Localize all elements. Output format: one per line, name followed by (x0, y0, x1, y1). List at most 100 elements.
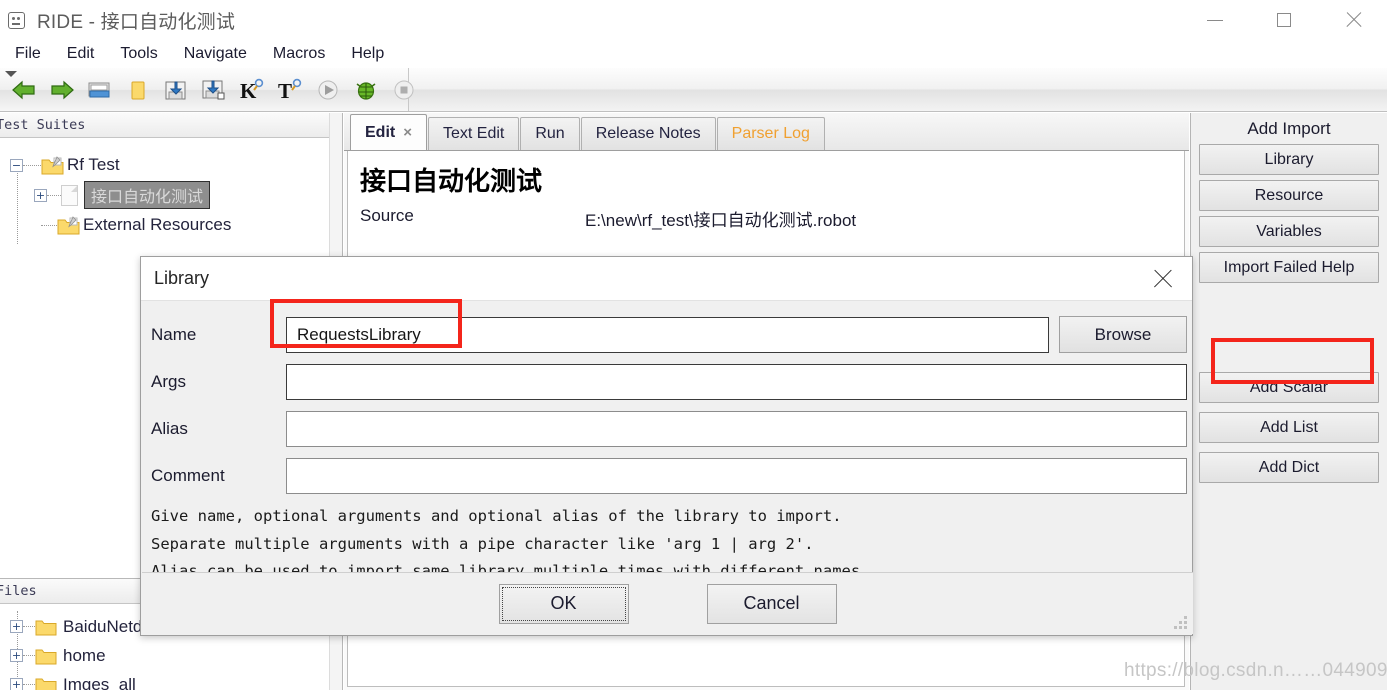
maximize-button[interactable] (1249, 0, 1318, 40)
dialog-alias-label: Alias (151, 418, 188, 438)
minimize-icon (1206, 19, 1223, 21)
library-alias-input[interactable] (286, 410, 1187, 447)
tree-dotline (47, 194, 61, 196)
dialog-name-label: Name (151, 324, 197, 344)
files-item-label: home (63, 645, 106, 665)
open-folder-icon[interactable] (86, 76, 114, 104)
folder-icon (35, 676, 57, 690)
add-list-button[interactable]: Add List (1199, 412, 1379, 443)
cancel-button[interactable]: Cancel (706, 583, 837, 624)
tree-dotline (23, 164, 41, 166)
svg-text:T: T (278, 79, 292, 103)
add-import-title: Add Import (1247, 119, 1331, 138)
menu-file[interactable]: File (2, 43, 54, 65)
files-header-label: Files (0, 583, 37, 599)
dialog-field-comment-row: Comment (141, 452, 1192, 499)
file-icon (61, 184, 78, 206)
tab-run[interactable]: Run (520, 117, 580, 150)
tree-toggle-collapse[interactable]: − (10, 158, 23, 172)
save-all-icon[interactable] (200, 76, 228, 104)
run-icon[interactable] (314, 76, 342, 104)
tree-item-label: External Resources (83, 215, 232, 234)
maximize-icon (1276, 13, 1291, 27)
dialog-titlebar: Library (141, 257, 1192, 301)
tab-release-notes[interactable]: Release Notes (580, 117, 716, 150)
menu-edit[interactable]: Edit (54, 43, 108, 65)
suite-folder-icon (41, 156, 64, 175)
dialog-field-alias-row: Alias (141, 405, 1192, 452)
folder-icon (35, 647, 57, 665)
dialog-comment-label: Comment (151, 465, 225, 485)
dialog-close-icon[interactable] (1152, 268, 1174, 290)
tab-edit[interactable]: Edit × (350, 114, 427, 150)
source-label: Source (360, 206, 414, 225)
resources-folder-icon (57, 216, 80, 235)
library-comment-input[interactable] (286, 457, 1187, 494)
tree-item-interface-test[interactable]: + 接口自动化测试 (0, 180, 342, 210)
toolbar: K T (0, 68, 1387, 112)
dialog-body: Name RequestsLibrary Browse Args Alias C… (141, 301, 1192, 582)
source-row: Source E:\new\rf_test\接口自动化测试.robot (348, 198, 1184, 231)
add-scalar-button[interactable]: Add Scalar (1199, 372, 1379, 403)
files-item-home[interactable]: + home (0, 641, 342, 670)
menubar: File Edit Tools Navigate Macros Help (0, 40, 1387, 68)
files-toggle-expand[interactable]: + (10, 620, 23, 633)
files-item-imges-all[interactable]: + Imges_all (0, 670, 342, 690)
browse-button[interactable]: Browse (1059, 316, 1187, 353)
menu-macros[interactable]: Macros (260, 43, 338, 65)
menu-help[interactable]: Help (338, 43, 397, 65)
tab-label: Parser Log (731, 125, 810, 142)
forward-arrow-icon[interactable] (48, 76, 76, 104)
tree-item-external-resources[interactable]: External Resources (0, 210, 342, 240)
suite-title: 接口自动化测试 (360, 167, 543, 197)
tab-label: Run (535, 125, 565, 142)
library-name-input[interactable]: RequestsLibrary (286, 316, 1049, 353)
test-suites-header-label: Test Suites (0, 117, 86, 133)
library-args-input[interactable] (286, 363, 1187, 400)
library-import-dialog: Library Name RequestsLibrary Browse Args… (140, 256, 1193, 636)
close-icon (1345, 12, 1361, 28)
minimize-button[interactable] (1180, 0, 1249, 40)
menu-navigate[interactable]: Navigate (171, 43, 260, 65)
test-suites-header: Test Suites (0, 113, 342, 138)
stop-icon[interactable] (390, 76, 418, 104)
tab-text-edit[interactable]: Text Edit (427, 117, 520, 150)
add-dict-button[interactable]: Add Dict (1199, 452, 1379, 483)
files-item-label: Imges_all (63, 674, 136, 690)
dialog-args-label: Args (151, 371, 186, 391)
robot-face-icon (8, 11, 25, 29)
close-button[interactable] (1318, 0, 1387, 40)
files-toggle-expand[interactable]: + (10, 678, 23, 690)
search-tests-icon[interactable]: T (276, 76, 304, 104)
dialog-resize-grip[interactable] (1174, 616, 1188, 630)
tab-label: Release Notes (595, 125, 701, 142)
svg-text:K: K (240, 79, 257, 103)
tree-item-rf-test[interactable]: − Rf Test (0, 150, 342, 180)
back-arrow-icon[interactable] (10, 76, 38, 104)
tree-toggle-expand[interactable]: + (34, 188, 47, 202)
tree-item-label: Rf Test (67, 155, 120, 174)
dialog-footer: OK Cancel (142, 572, 1193, 634)
window-controls (1180, 0, 1387, 40)
dialog-help-line-2: Separate multiple arguments with a pipe … (151, 534, 814, 553)
ok-button[interactable]: OK (498, 583, 629, 624)
add-import-variables-button[interactable]: Variables (1199, 216, 1379, 247)
files-toggle-expand[interactable]: + (10, 649, 23, 662)
save-icon[interactable] (162, 76, 190, 104)
tab-close-icon[interactable]: × (403, 124, 412, 141)
import-failed-help-button[interactable]: Import Failed Help (1199, 252, 1379, 283)
add-import-resource-button[interactable]: Resource (1199, 180, 1379, 211)
source-value: E:\new\rf_test\接口自动化测试.robot (585, 211, 857, 230)
tree-dotline (23, 626, 35, 627)
add-import-library-button[interactable]: Library (1199, 144, 1379, 175)
tab-parser-log[interactable]: Parser Log (716, 117, 825, 150)
menu-tools[interactable]: Tools (107, 43, 170, 65)
right-settings-panel: Add Import Library Resource Variables Im… (1190, 113, 1387, 690)
ride-application-window: RIDE - 接口自动化测试 File Edit Tools Navigate … (0, 0, 1387, 690)
dialog-title: Library (154, 268, 210, 288)
search-keyword-icon[interactable]: K (238, 76, 266, 104)
dialog-help-line-1: Give name, optional arguments and option… (151, 507, 842, 525)
new-folder-icon[interactable] (124, 76, 152, 104)
debug-bug-icon[interactable] (352, 76, 380, 104)
tree-item-label-selected: 接口自动化测试 (84, 181, 211, 209)
